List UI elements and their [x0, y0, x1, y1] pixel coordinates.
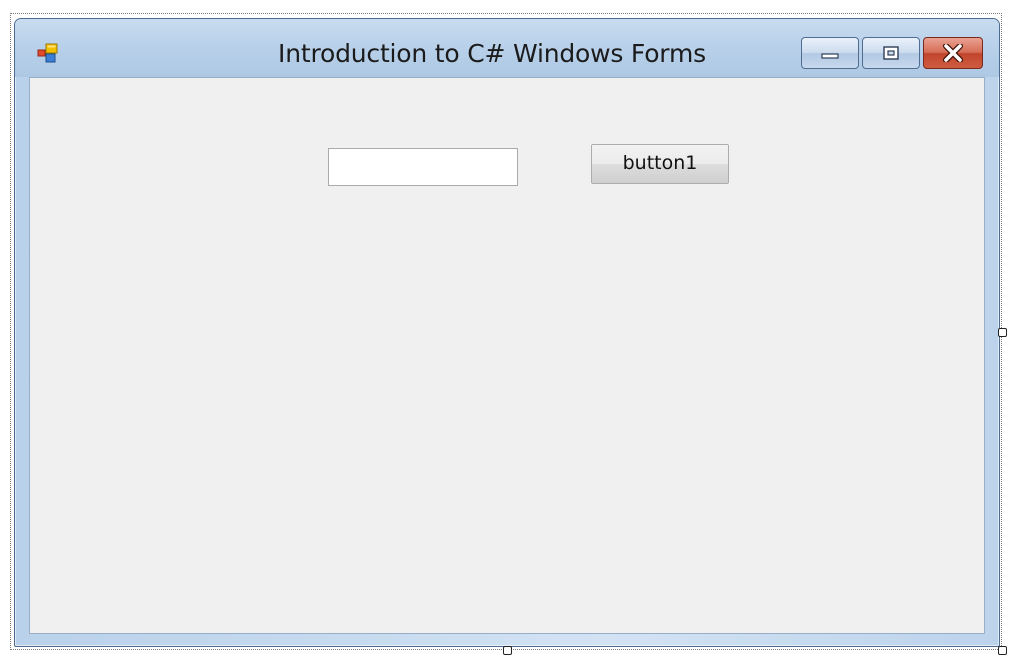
form-window[interactable]: Introduction to C# Windows Forms button1: [14, 18, 1000, 647]
maximize-icon: [883, 46, 899, 60]
button1[interactable]: button1: [591, 144, 729, 184]
resize-handle-right[interactable]: [998, 328, 1007, 337]
resize-handle-bottom[interactable]: [503, 646, 512, 655]
close-icon: [943, 44, 963, 62]
maximize-button[interactable]: [862, 37, 920, 69]
close-button[interactable]: [923, 37, 983, 69]
form-client-area: button1: [29, 77, 985, 634]
caption-buttons: [801, 37, 983, 71]
designer-surface: Introduction to C# Windows Forms button1: [0, 0, 1024, 668]
textbox1[interactable]: [328, 148, 518, 186]
minimize-icon: [821, 53, 839, 59]
minimize-button[interactable]: [801, 37, 859, 69]
title-bar[interactable]: Introduction to C# Windows Forms: [15, 19, 999, 77]
resize-handle-bottom-right[interactable]: [998, 646, 1007, 655]
